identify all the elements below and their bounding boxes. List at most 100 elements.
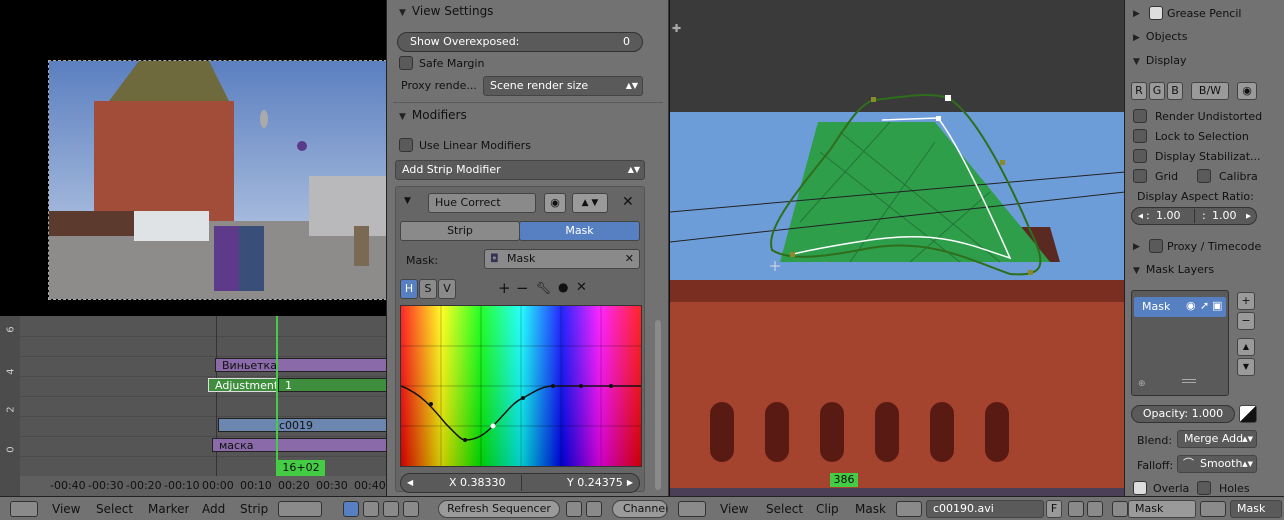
proxy-timecode-header[interactable]: ▶ xyxy=(1133,239,1146,252)
remove-layer-icon[interactable]: − xyxy=(1237,312,1255,330)
grease-pencil-header[interactable]: ▶ xyxy=(1133,6,1146,19)
hue-curve-editor[interactable] xyxy=(400,305,642,467)
menu-select[interactable]: Select xyxy=(766,497,803,520)
display-stabilization-checkbox[interactable] xyxy=(1133,149,1147,163)
menu-marker[interactable]: Marker xyxy=(148,497,189,520)
clip-browse-icon[interactable] xyxy=(896,501,922,517)
playhead[interactable] xyxy=(276,316,278,476)
histogram-icon[interactable] xyxy=(403,501,419,517)
opacity-field[interactable]: Opacity: 1.000 xyxy=(1131,405,1235,423)
bw-button[interactable]: B/W xyxy=(1191,82,1229,100)
strip-c0019[interactable]: c0019 xyxy=(218,418,400,432)
move-layer-down-icon[interactable]: ▼ xyxy=(1237,358,1255,376)
reset-curve-icon[interactable]: ✕ xyxy=(576,280,587,295)
holes-checkbox[interactable] xyxy=(1197,481,1211,495)
camera-icon[interactable]: ▣ xyxy=(1212,299,1222,312)
display-header[interactable]: ▼ Display xyxy=(1133,54,1186,67)
mask-name-field[interactable]: Mask xyxy=(1230,500,1282,518)
strip-vignette[interactable]: Виньетка xyxy=(215,358,400,372)
invert-icon[interactable] xyxy=(1239,405,1257,423)
menu-mask[interactable]: Mask xyxy=(855,497,886,520)
modifier-collapse-icon[interactable]: ▼ xyxy=(404,196,411,206)
clear-mask-icon[interactable]: ✕ xyxy=(625,250,634,268)
strip-adjustment[interactable]: Adjustment xyxy=(208,378,280,392)
view-settings-header[interactable]: ▼ View Settings xyxy=(399,4,493,18)
display-mode-icon[interactable] xyxy=(343,501,359,517)
safe-margin-checkbox[interactable] xyxy=(399,56,413,70)
tab-strip[interactable]: Strip xyxy=(400,221,520,241)
menu-clip[interactable]: Clip xyxy=(816,497,839,520)
menu-add[interactable]: Add xyxy=(202,497,225,520)
render-undistorted-checkbox[interactable] xyxy=(1133,109,1147,123)
mask-layers-list[interactable]: Mask ◉ ➚ ▣ ⊕ xyxy=(1131,290,1229,396)
checkerboard-icon[interactable] xyxy=(586,501,602,517)
lock-to-selection-checkbox[interactable] xyxy=(1133,129,1147,143)
eye-icon[interactable]: ◉ xyxy=(1186,299,1196,312)
menu-view[interactable]: View xyxy=(52,497,80,520)
strip-adjustment-channel[interactable]: 1 xyxy=(278,378,400,392)
eye-icon[interactable]: ◉ xyxy=(1237,82,1257,100)
eye-icon[interactable]: ◉ xyxy=(544,193,566,213)
display-aspect-ratio-field[interactable]: ◀ : 1.00 : 1.00 ▶ xyxy=(1131,207,1257,225)
curve-point-coords[interactable]: ◀ X 0.38330 Y 0.24375 ▶ xyxy=(400,473,640,493)
blend-dropdown[interactable]: Merge Add ▲▼ xyxy=(1177,430,1257,448)
unlink-clip-icon[interactable] xyxy=(1087,501,1103,517)
falloff-dropdown[interactable]: ⌒ Smooth ▲▼ xyxy=(1177,455,1257,473)
tab-mask[interactable]: Mask xyxy=(519,221,640,241)
cursor-icon[interactable]: ➚ xyxy=(1200,299,1209,312)
clip-editor-area[interactable]: ✚ 386 xyxy=(669,0,1124,496)
sequencer-editor-type-icon[interactable] xyxy=(10,501,38,517)
curve-s-button[interactable]: S xyxy=(419,279,437,299)
move-layer-up-icon[interactable]: ▲ xyxy=(1237,338,1255,356)
mode-dropdown-icon[interactable] xyxy=(1112,501,1128,517)
use-linear-modifiers-checkbox[interactable] xyxy=(399,138,413,152)
proxy-timecode-checkbox[interactable] xyxy=(1149,239,1163,253)
point-icon[interactable]: ● xyxy=(558,280,568,294)
fake-user-button[interactable]: F xyxy=(1046,500,1062,518)
wrench-icon[interactable]: 🔧︎ xyxy=(536,281,551,295)
curve-v-button[interactable]: V xyxy=(438,279,456,299)
channel-g-button[interactable]: G xyxy=(1149,82,1165,100)
list-item[interactable]: Mask ◉ ➚ ▣ xyxy=(1134,297,1226,317)
menu-select[interactable]: Select xyxy=(96,497,133,520)
calibration-checkbox[interactable] xyxy=(1197,169,1211,183)
proxy-render-size-dropdown[interactable]: Scene render size ▲▼ xyxy=(483,76,643,96)
backdrop-icon[interactable] xyxy=(566,501,582,517)
channel-r-button[interactable]: R xyxy=(1131,82,1147,100)
luma-waveform-icon[interactable] xyxy=(363,501,379,517)
menu-strip[interactable]: Strip xyxy=(240,497,268,520)
clip-name-field[interactable]: c00190.avi xyxy=(926,500,1044,518)
menu-view[interactable]: View xyxy=(720,497,748,520)
show-overexposed-field[interactable]: Show Overexposed: 0 xyxy=(397,32,643,52)
mask-layers-header[interactable]: ▼ Mask Layers xyxy=(1133,263,1214,276)
list-grip-icon[interactable] xyxy=(1182,379,1196,383)
curve-h-button[interactable]: H xyxy=(400,279,418,299)
add-strip-modifier-dropdown[interactable]: Add Strip Modifier ▲▼ xyxy=(395,160,645,180)
move-up-down-icon[interactable]: ▲ ▼ xyxy=(572,193,608,213)
grid-checkbox[interactable] xyxy=(1133,169,1147,183)
vectorscope-icon[interactable] xyxy=(383,501,399,517)
refresh-sequencer-button[interactable]: Refresh Sequencer xyxy=(438,500,560,518)
overlay-checkbox[interactable] xyxy=(1133,481,1147,495)
view-type-icon[interactable] xyxy=(278,501,322,517)
mask-mode-dropdown[interactable]: Mask xyxy=(1128,500,1196,518)
panel-scrollbar[interactable] xyxy=(655,320,661,490)
zoom-out-icon[interactable]: − xyxy=(516,279,529,297)
objects-header[interactable]: ▶ Objects xyxy=(1133,30,1187,43)
zoom-in-icon[interactable]: + xyxy=(498,279,511,297)
modifier-name-field[interactable]: Hue Correct xyxy=(428,193,536,213)
clip-editor-type-icon[interactable] xyxy=(678,501,706,517)
sequencer-preview[interactable] xyxy=(48,60,392,300)
sequencer-timeline[interactable]: 6 4 2 0 Виньетка Adjustment 1 c0019 маск… xyxy=(0,316,400,496)
open-folder-icon[interactable] xyxy=(1068,501,1084,517)
strip-mask[interactable]: маска xyxy=(212,438,400,452)
mask-browse-icon[interactable] xyxy=(1200,501,1226,517)
grease-pencil-checkbox[interactable] xyxy=(1149,6,1163,20)
mask-selector[interactable]: ◘ Mask ✕ xyxy=(484,249,640,269)
add-layer-icon[interactable]: + xyxy=(1237,292,1255,310)
remove-modifier-icon[interactable]: ✕ xyxy=(622,194,634,210)
modifiers-header[interactable]: ▼ Modifiers xyxy=(399,108,467,122)
resize-grip-icon[interactable]: ⊕ xyxy=(1138,379,1146,389)
channel-field[interactable]: Channel: xyxy=(612,500,668,518)
channel-b-button[interactable]: B xyxy=(1167,82,1183,100)
